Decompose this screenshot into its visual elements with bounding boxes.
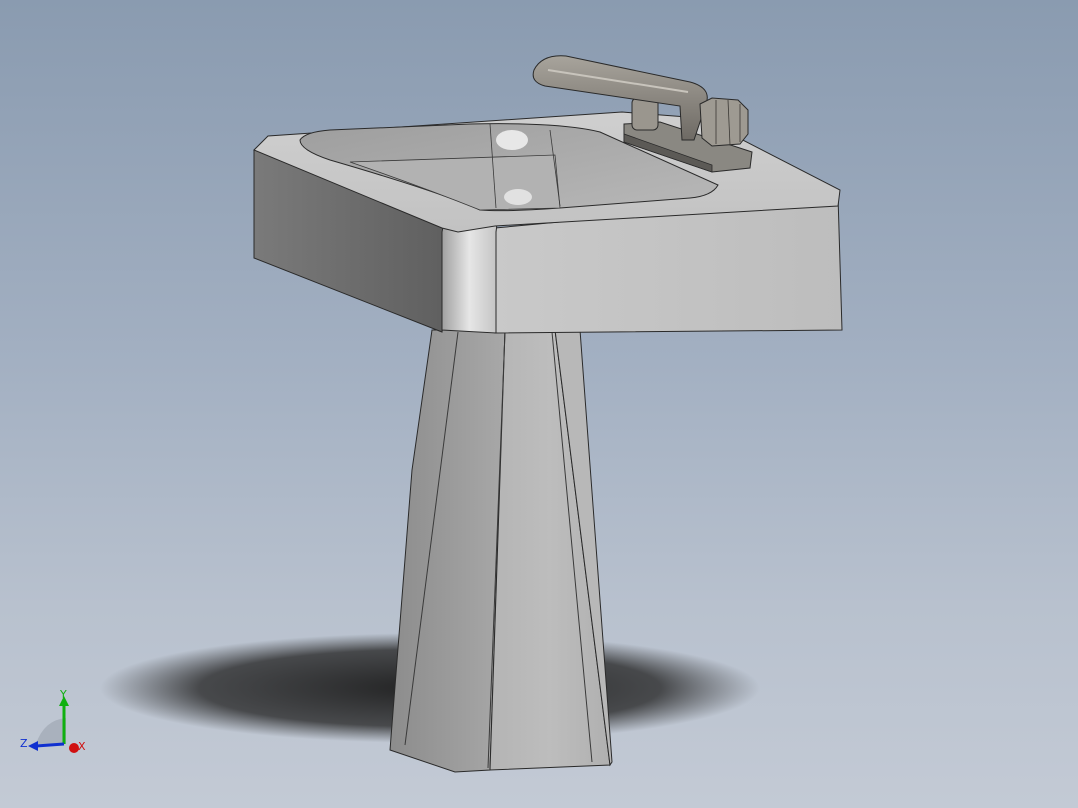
graphics-viewport[interactable]: Y Z X: [0, 0, 1078, 808]
pedestal: [389, 329, 613, 773]
y-axis-label: Y: [59, 688, 67, 701]
view-orientation-triad: Y Z X: [14, 684, 94, 764]
basin-body: [253, 111, 843, 334]
z-axis-label: Z: [20, 737, 28, 750]
z-axis-line: [35, 742, 65, 748]
sink-model[interactable]: [0, 0, 1078, 808]
x-axis-label: X: [78, 740, 86, 753]
